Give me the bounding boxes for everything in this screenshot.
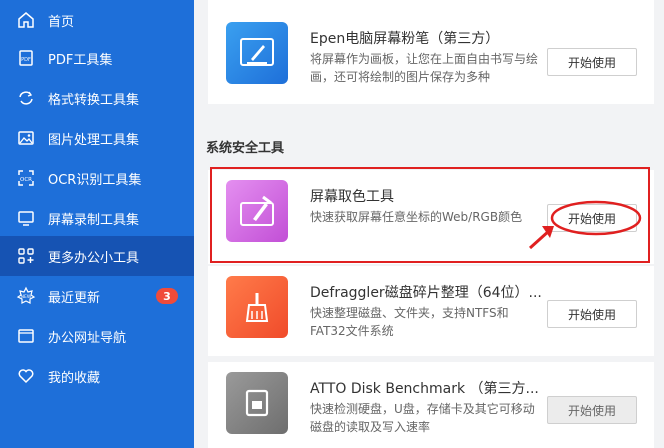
card-title: ATTO Disk Benchmark （第三方... xyxy=(310,381,539,397)
tool-card-atto[interactable]: ATTO Disk Benchmark （第三方... 快速检测硬盘，U盘，存储… xyxy=(208,362,654,448)
image-icon xyxy=(16,128,36,148)
pdf-icon: PDF xyxy=(16,48,36,68)
update-count-badge: 3 xyxy=(156,288,178,304)
tool-card-epen[interactable]: Epen电脑屏幕粉笔（第三方） 将屏幕作为画板，让您在上面自由书写与绘画，还可将… xyxy=(208,0,654,104)
sidebar-item-label: 我的收藏 xyxy=(48,370,101,386)
new-icon: NEW xyxy=(16,286,36,306)
svg-text:NEW: NEW xyxy=(21,294,32,300)
sidebar-item-home[interactable]: 首页 xyxy=(0,0,194,40)
sidebar-item-label: 图片处理工具集 xyxy=(48,132,140,148)
card-desc: 快速检测硬盘，U盘，存储卡及其它可移动磁盘的读取及写入速率 xyxy=(310,402,535,434)
grid-icon xyxy=(16,246,36,266)
section-title: 系统安全工具 xyxy=(206,141,285,156)
sidebar-item-label: 屏幕录制工具集 xyxy=(48,212,140,228)
sidebar-item-more-tools[interactable]: 更多办公小工具 xyxy=(0,236,194,276)
sidebar-item-label: 办公网址导航 xyxy=(48,330,127,346)
sidebar: 首页 PDF PDF工具集 格式转换工具集 图片处理工具集 OCR OCR识别工… xyxy=(0,0,194,448)
card-desc: 快速整理磁盘、文件夹，支持NTFS和FAT32文件系统 xyxy=(310,306,509,338)
sidebar-item-label: PDF工具集 xyxy=(48,52,113,68)
tool-card-color-picker[interactable]: 屏幕取色工具 快速获取屏幕任意坐标的Web/RGB颜色 开始使用 xyxy=(208,170,654,264)
sidebar-item-label: OCR识别工具集 xyxy=(48,172,142,188)
sidebar-item-image[interactable]: 图片处理工具集 xyxy=(0,118,194,158)
sidebar-item-label: 首页 xyxy=(48,14,75,30)
convert-icon xyxy=(16,88,36,108)
sidebar-item-ocr[interactable]: OCR OCR识别工具集 xyxy=(0,158,194,198)
bookmark-icon xyxy=(16,326,36,346)
start-button[interactable]: 开始使用 xyxy=(547,300,637,328)
heart-icon xyxy=(16,366,36,386)
color-picker-icon xyxy=(226,180,288,242)
sidebar-item-label: 最近更新 xyxy=(48,290,101,306)
sidebar-item-label: 更多办公小工具 xyxy=(48,250,140,266)
highlight-ellipse xyxy=(528,200,642,250)
card-title: 屏幕取色工具 xyxy=(310,189,394,205)
sidebar-item-label: 格式转换工具集 xyxy=(48,92,140,108)
sidebar-item-recent[interactable]: NEW 最近更新 3 xyxy=(0,276,194,316)
start-button[interactable]: 开始使用 xyxy=(547,48,637,76)
start-button[interactable]: 开始使用 xyxy=(547,396,637,424)
sidebar-item-convert[interactable]: 格式转换工具集 xyxy=(0,78,194,118)
card-desc: 将屏幕作为画板，让您在上面自由书写与绘画，还可将绘制的图片保存为多种 xyxy=(310,52,539,84)
screen-record-icon xyxy=(16,208,36,228)
card-title: Epen电脑屏幕粉笔（第三方） xyxy=(310,31,500,47)
tool-card-defraggler[interactable]: Defraggler磁盘碎片整理（64位）... 快速整理磁盘、文件夹，支持NT… xyxy=(208,266,654,356)
svg-text:PDF: PDF xyxy=(21,57,31,63)
sidebar-item-screen-record[interactable]: 屏幕录制工具集 xyxy=(0,198,194,238)
disk-icon xyxy=(226,372,288,434)
home-icon xyxy=(16,10,36,30)
ocr-icon: OCR xyxy=(16,168,36,188)
svg-text:OCR: OCR xyxy=(20,177,32,183)
main-content: Epen电脑屏幕粉笔（第三方） 将屏幕作为画板，让您在上面自由书写与绘画，还可将… xyxy=(194,0,664,448)
card-title: Defraggler磁盘碎片整理（64位）... xyxy=(310,285,542,301)
sidebar-item-pdf[interactable]: PDF PDF工具集 xyxy=(0,38,194,78)
broom-icon xyxy=(226,276,288,338)
sidebar-item-favorites[interactable]: 我的收藏 xyxy=(0,356,194,396)
card-desc: 快速获取屏幕任意坐标的Web/RGB颜色 xyxy=(310,210,523,224)
pen-icon xyxy=(226,22,288,84)
sidebar-item-nav[interactable]: 办公网址导航 xyxy=(0,316,194,356)
